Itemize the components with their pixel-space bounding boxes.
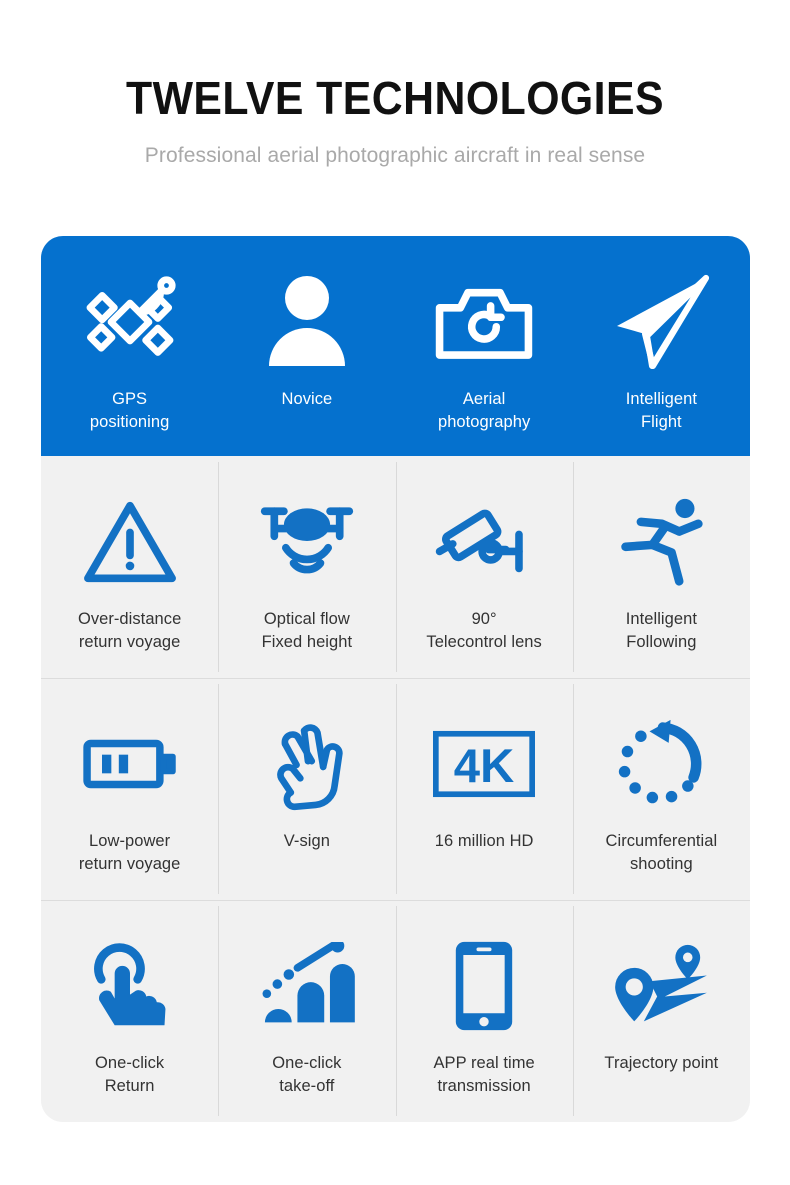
feature-label: V-sign [283, 832, 330, 850]
smartphone-icon [453, 934, 515, 1038]
feature-label: Circumferential shooting [605, 832, 718, 873]
feature-grid: GPS positioning Novice Aerial photography … [41, 236, 750, 1122]
battery-icon [81, 712, 179, 816]
person-icon [264, 270, 350, 374]
feature-label: Intelligent Following [625, 610, 697, 651]
feature-showcase-page: TWELVE TECHNOLOGIES Professional aerial … [0, 0, 790, 1185]
feature-cell[interactable]: 90° Telecontrol lens [395, 456, 573, 678]
feature-label: One-click Return [95, 1054, 165, 1095]
feature-label: Low-power return voyage [78, 832, 181, 873]
feature-cell[interactable]: 4K 16 million HD [395, 678, 574, 900]
feature-cell[interactable]: Aerial photography [395, 236, 573, 456]
feature-label: 16 million HD [434, 832, 534, 850]
feature-cell[interactable]: APP real time transmission [395, 900, 574, 1122]
feature-cell[interactable]: Trajectory point [572, 900, 750, 1122]
feature-label: Aerial photography [437, 390, 531, 431]
feature-cell[interactable]: Intelligent Flight [572, 236, 750, 456]
feature-label: APP real time transmission [433, 1054, 535, 1095]
feature-label: Over-distance return voyage [77, 610, 182, 651]
feature-cell[interactable]: Novice [218, 236, 396, 456]
feature-cell[interactable]: Circumferential shooting [572, 678, 750, 900]
v-sign-hand-icon [268, 712, 346, 816]
page-header: TWELVE TECHNOLOGIES Professional aerial … [0, 0, 790, 168]
feature-label: Intelligent Flight [625, 390, 697, 431]
tap-gesture-icon [84, 934, 176, 1038]
feature-cell[interactable]: One-click Return [41, 900, 219, 1122]
svg-text:4K: 4K [454, 740, 514, 793]
warning-triangle-icon [82, 490, 178, 594]
satellite-icon [82, 270, 178, 374]
feature-label: Optical flow Fixed height [261, 610, 353, 651]
feature-label: Trajectory point [604, 1054, 719, 1072]
running-person-icon [616, 490, 706, 594]
route-pins-icon [611, 934, 711, 1038]
camera-icon [432, 270, 536, 374]
security-camera-icon [432, 490, 536, 594]
4k-badge-icon: 4K [432, 712, 536, 816]
feature-cell[interactable]: Intelligent Following [572, 456, 750, 678]
feature-cell[interactable]: V-sign [218, 678, 396, 900]
feature-cell[interactable]: One-click take-off [218, 900, 396, 1122]
feature-cell[interactable]: Over-distance return voyage [41, 456, 219, 678]
feature-cell[interactable]: Low-power return voyage [41, 678, 219, 900]
feature-label: GPS positioning [89, 390, 170, 431]
feature-cell[interactable]: GPS positioning [41, 236, 219, 456]
ascending-bars-icon [259, 934, 355, 1038]
drone-signal-icon [257, 490, 357, 594]
feature-label: 90° Telecontrol lens [426, 610, 542, 651]
feature-label: Novice [281, 390, 333, 408]
feature-label: One-click take-off [272, 1054, 342, 1095]
page-subtitle: Professional aerial photographic aircraf… [144, 144, 646, 168]
feature-cell[interactable]: Optical flow Fixed height [218, 456, 396, 678]
paper-plane-icon [611, 270, 711, 374]
circular-arrow-dots-icon [615, 712, 707, 816]
page-title: TWELVE TECHNOLOGIES [125, 72, 665, 124]
